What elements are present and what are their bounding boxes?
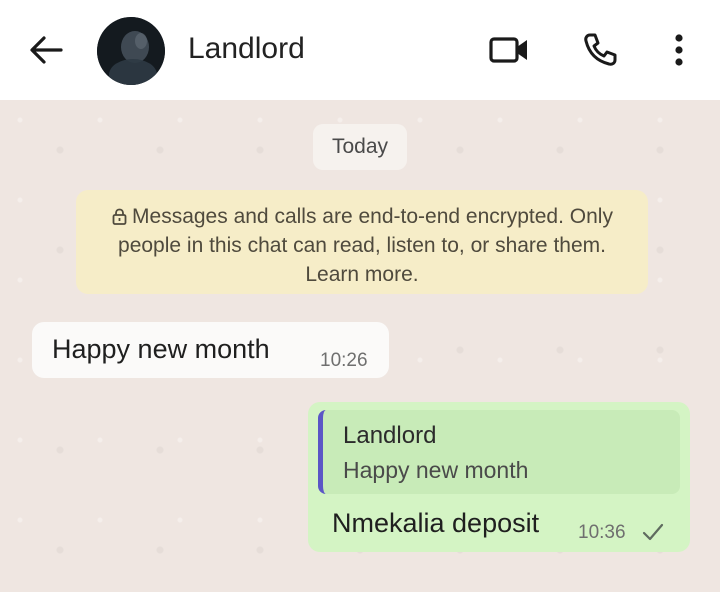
video-call-button[interactable] [486,28,532,72]
single-check-icon [642,523,664,541]
more-vertical-icon [675,34,683,66]
message-text: Happy new month [52,334,270,364]
quoted-reply[interactable]: Landlord Happy new month [318,410,680,494]
quoted-text: Happy new month [343,457,529,483]
back-button[interactable] [24,30,68,70]
avatar-image [97,17,165,85]
message-time: 10:36 [578,522,626,543]
encryption-notice-text: Messages and calls are end-to-end encryp… [118,205,613,286]
contact-avatar[interactable] [97,17,165,85]
phone-icon [584,33,617,66]
message-time: 10:26 [320,350,368,371]
lock-icon [112,208,127,225]
more-options-button[interactable] [662,28,696,72]
encryption-notice[interactable]: Messages and calls are end-to-end encryp… [76,190,648,294]
chat-header: Landlord [0,0,720,100]
message-text: Nmekalia deposit [332,508,540,538]
incoming-message[interactable]: Happy new month 10:26 [32,322,389,378]
video-camera-icon [489,37,527,63]
voice-call-button[interactable] [578,28,622,72]
quoted-author: Landlord [343,422,437,449]
back-arrow-icon [30,36,63,64]
outgoing-message[interactable]: Landlord Happy new month Nmekalia deposi… [308,402,690,552]
contact-name[interactable]: Landlord [188,30,305,68]
date-chip: Today [313,124,407,170]
chat-area[interactable]: Today Messages and calls are end-to-end … [0,100,720,592]
